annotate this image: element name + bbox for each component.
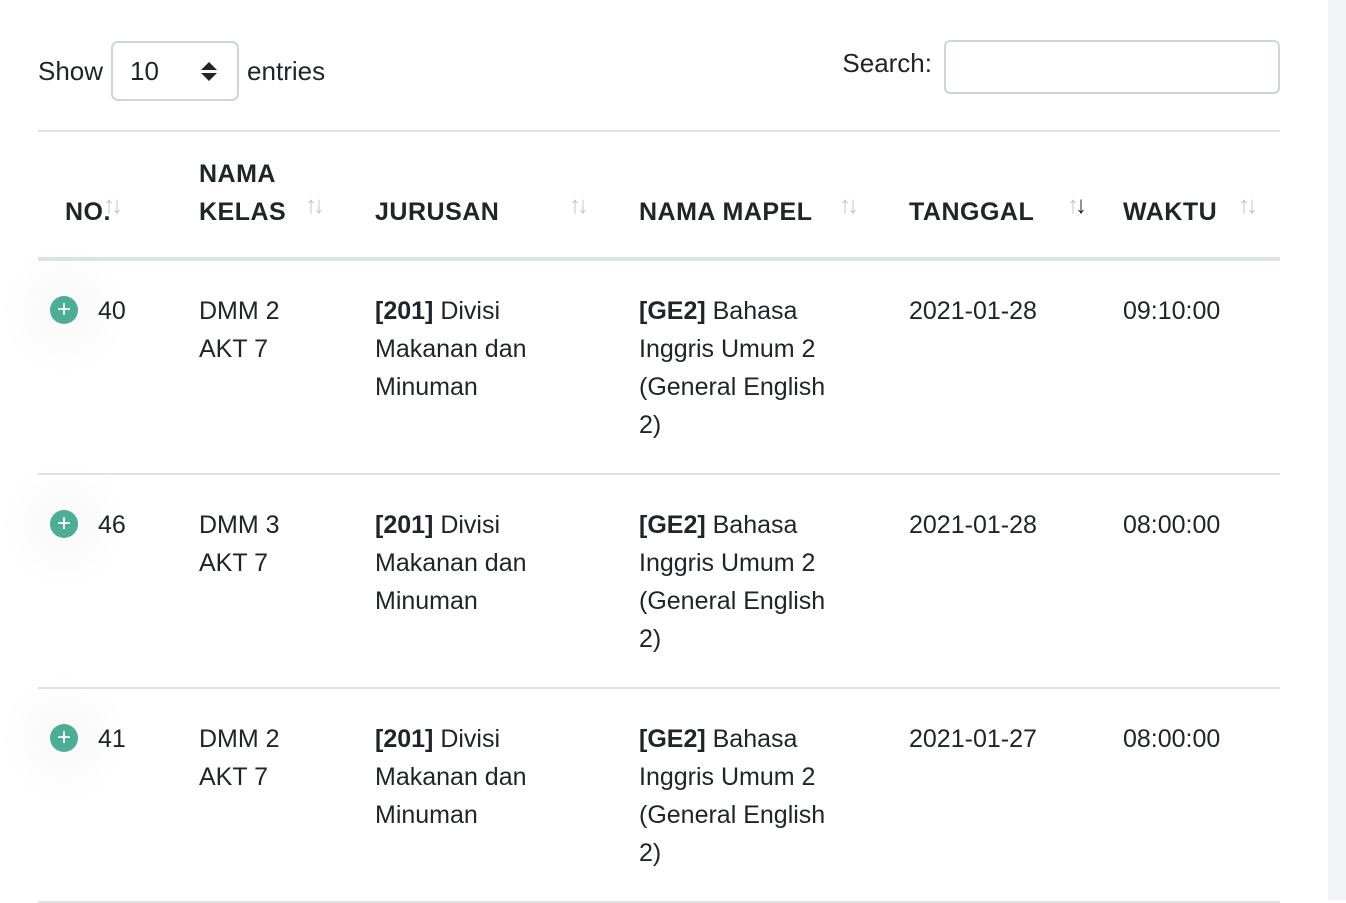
cell-jurusan: [201] Divisi Makanan dan Minuman bbox=[375, 688, 639, 903]
jurusan-code: [201] bbox=[375, 297, 434, 325]
column-header-label-line2: NAMA MAPEL bbox=[639, 198, 813, 226]
cell-no: +41 bbox=[38, 688, 199, 903]
column-header-0[interactable]: NO. ↑↓ bbox=[38, 131, 199, 261]
up-down-caret-icon bbox=[201, 61, 218, 81]
column-header-label-line2: WAKTU bbox=[1123, 198, 1218, 226]
sort-arrows-icon[interactable]: ↑↓ bbox=[1067, 187, 1087, 225]
plus-circle-icon[interactable]: + bbox=[50, 724, 78, 752]
mapel-line: Inggris Umum 2 bbox=[639, 763, 816, 791]
page-length-value: 10 bbox=[130, 55, 159, 86]
column-header-label-line2: KELAS bbox=[199, 198, 287, 226]
page-length-select[interactable]: 10 bbox=[111, 41, 240, 101]
table-row: +46 DMM 3 AKT 7 [201] Divisi Makanan dan Minu… bbox=[38, 474, 1280, 689]
cell-nama-mapel: [GE2] Bahasa Inggris Umum 2 (General Engli… bbox=[639, 474, 909, 689]
cell-nama-kelas: DMM 2 AKT 7 bbox=[199, 688, 375, 903]
show-label: Show bbox=[38, 55, 104, 86]
mapel-line: Bahasa bbox=[705, 725, 798, 753]
column-header-label-line2: TANGGAL bbox=[909, 198, 1035, 226]
mapel-line: (General English bbox=[639, 373, 826, 401]
search-control: Search: bbox=[842, 40, 1280, 94]
row-number: 41 bbox=[98, 725, 126, 753]
cell-tanggal: 2021-01-27 bbox=[909, 688, 1123, 903]
row-number: 46 bbox=[98, 511, 126, 539]
jurusan-line: Divisi bbox=[433, 725, 501, 753]
kelas-line: AKT 7 bbox=[199, 549, 269, 577]
table-row: +40 DMM 2 AKT 7 [201] Divisi Makanan dan Minu… bbox=[38, 259, 1280, 475]
cell-jurusan: [201] Divisi Makanan dan Minuman bbox=[375, 259, 639, 475]
column-header-5[interactable]: WAKTU ↑↓ bbox=[1123, 131, 1280, 261]
cell-jurusan: [201] Divisi Makanan dan Minuman bbox=[375, 474, 639, 689]
table-row: +41 DMM 2 AKT 7 [201] Divisi Makanan dan Minu… bbox=[38, 688, 1280, 903]
schedule-table: NO. ↑↓ NAMA KELAS ↑↓ JURUSAN ↑↓ NAMA MAPEL ↑↓ TAN… bbox=[38, 130, 1280, 903]
search-input[interactable] bbox=[944, 40, 1280, 94]
column-header-label: JURUSAN bbox=[375, 193, 499, 231]
sort-arrows-icon[interactable]: ↑↓ bbox=[569, 187, 589, 225]
mapel-line: (General English bbox=[639, 801, 826, 829]
column-header-label: NAMA MAPEL bbox=[639, 193, 813, 231]
jurusan-line: Divisi bbox=[433, 511, 501, 539]
column-header-label-line1: NAMA bbox=[199, 160, 276, 188]
kelas-line: DMM 3 bbox=[199, 511, 280, 539]
cell-waktu: 08:00:00 bbox=[1123, 688, 1280, 903]
column-header-label: TANGGAL bbox=[909, 193, 1034, 231]
mapel-line: 2) bbox=[639, 839, 662, 867]
table-controls: Show 10 entries Search: bbox=[38, 40, 1280, 102]
cell-nama-kelas: DMM 3 AKT 7 bbox=[199, 474, 375, 689]
cell-tanggal: 2021-01-28 bbox=[909, 259, 1123, 475]
table-body: +40 DMM 2 AKT 7 [201] Divisi Makanan dan Minu… bbox=[38, 259, 1280, 903]
cell-waktu: 09:10:00 bbox=[1123, 259, 1280, 475]
mapel-code: [GE2] bbox=[639, 725, 706, 753]
jurusan-code: [201] bbox=[375, 725, 434, 753]
mapel-code: [GE2] bbox=[639, 297, 706, 325]
jurusan-line: Makanan dan bbox=[375, 335, 527, 363]
kelas-line: AKT 7 bbox=[199, 335, 269, 363]
column-header-3[interactable]: NAMA MAPEL ↑↓ bbox=[639, 131, 909, 261]
cell-no: +46 bbox=[38, 474, 199, 689]
mapel-line: Bahasa bbox=[705, 511, 798, 539]
mapel-line: Bahasa bbox=[705, 297, 798, 325]
table-header-row: NO. ↑↓ NAMA KELAS ↑↓ JURUSAN ↑↓ NAMA MAPEL ↑↓ TAN… bbox=[38, 131, 1280, 261]
cell-nama-mapel: [GE2] Bahasa Inggris Umum 2 (General Engli… bbox=[639, 259, 909, 475]
sort-arrows-icon[interactable]: ↑↓ bbox=[103, 187, 123, 225]
mapel-line: (General English bbox=[639, 587, 826, 615]
row-number: 40 bbox=[98, 297, 126, 325]
mapel-line: Inggris Umum 2 bbox=[639, 335, 816, 363]
jurusan-line: Minuman bbox=[375, 801, 478, 829]
mapel-code: [GE2] bbox=[639, 511, 706, 539]
jurusan-line: Makanan dan bbox=[375, 549, 527, 577]
sort-arrows-icon[interactable]: ↑↓ bbox=[839, 187, 859, 225]
plus-circle-icon[interactable]: + bbox=[50, 510, 78, 538]
cell-nama-kelas: DMM 2 AKT 7 bbox=[199, 259, 375, 475]
mapel-line: 2) bbox=[639, 625, 662, 653]
kelas-line: DMM 2 bbox=[199, 297, 280, 325]
mapel-line: 2) bbox=[639, 411, 662, 439]
kelas-line: DMM 2 bbox=[199, 725, 280, 753]
cell-nama-mapel: [GE2] Bahasa Inggris Umum 2 (General Engli… bbox=[639, 688, 909, 903]
page-length-control: Show 10 entries bbox=[38, 40, 325, 102]
jurusan-line: Makanan dan bbox=[375, 763, 527, 791]
sort-arrows-icon[interactable]: ↑↓ bbox=[305, 187, 325, 225]
column-header-label-line2: JURUSAN bbox=[375, 198, 500, 226]
jurusan-line: Divisi bbox=[433, 297, 501, 325]
cell-tanggal: 2021-01-28 bbox=[909, 474, 1123, 689]
column-header-label: NAMA KELAS bbox=[199, 155, 286, 231]
vertical-scrollbar[interactable] bbox=[1328, 0, 1346, 900]
jurusan-line: Minuman bbox=[375, 373, 478, 401]
entries-label: entries bbox=[247, 55, 326, 86]
sort-arrows-icon[interactable]: ↑↓ bbox=[1238, 187, 1258, 225]
cell-waktu: 08:00:00 bbox=[1123, 474, 1280, 689]
plus-circle-icon[interactable]: + bbox=[50, 296, 78, 324]
mapel-line: Inggris Umum 2 bbox=[639, 549, 816, 577]
jurusan-code: [201] bbox=[375, 511, 434, 539]
column-header-1[interactable]: NAMA KELAS ↑↓ bbox=[199, 131, 375, 261]
jurusan-line: Minuman bbox=[375, 587, 478, 615]
column-header-2[interactable]: JURUSAN ↑↓ bbox=[375, 131, 639, 261]
column-header-label: WAKTU bbox=[1123, 193, 1217, 231]
column-header-4[interactable]: TANGGAL ↑↓ bbox=[909, 131, 1123, 261]
kelas-line: AKT 7 bbox=[199, 763, 269, 791]
search-label: Search: bbox=[842, 48, 932, 78]
cell-no: +40 bbox=[38, 259, 199, 475]
